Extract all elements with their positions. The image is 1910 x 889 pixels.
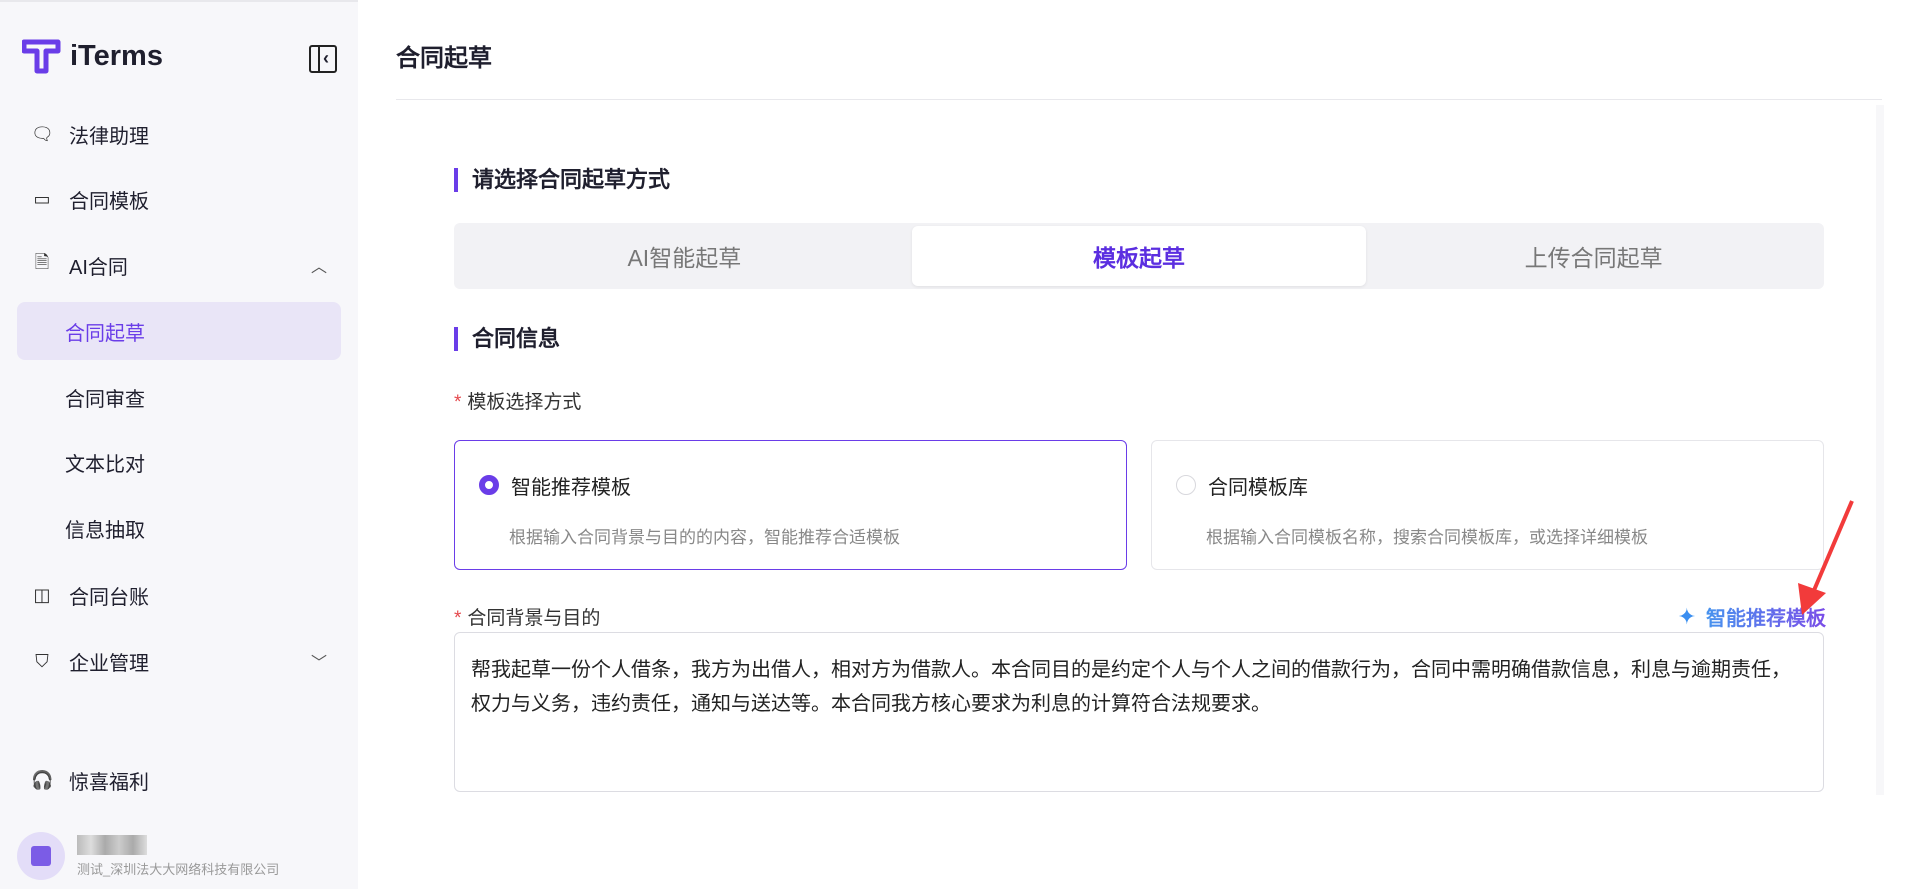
collapse-sidebar-button[interactable] <box>309 45 337 73</box>
nav-label: 法律助理 <box>69 125 149 148</box>
card-smart-recommend[interactable]: 智能推荐模板 根据输入合同背景与目的的内容，智能推荐合适模板 <box>454 440 1127 570</box>
card-title: 智能推荐模板 <box>511 477 631 499</box>
nav-label: 企业管理 <box>69 652 149 675</box>
tab-template-draft[interactable]: 模板起草 <box>911 226 1367 286</box>
draft-method-tabs: AI智能起草 模板起草 上传合同起草 <box>454 223 1824 289</box>
sidebar-item-bonus[interactable]: 🎧 惊喜福利 <box>17 751 341 809</box>
template-mode-label: * 模板选择方式 <box>454 392 582 413</box>
tab-ai-draft[interactable]: AI智能起草 <box>457 226 912 286</box>
sidebar-item-ledger[interactable]: ◫ 合同台账 <box>17 566 341 624</box>
nav-label: 文本比对 <box>65 453 145 476</box>
header-divider <box>396 99 1882 100</box>
section-title-draft-method: 请选择合同起草方式 <box>454 168 670 192</box>
building-icon <box>31 846 51 866</box>
nav-label: AI合同 <box>69 256 128 279</box>
sidebar-item-review[interactable]: 合同审查 <box>17 368 341 426</box>
sidebar-item-enterprise[interactable]: ⛉ 企业管理 ﹀ <box>17 632 341 690</box>
sidebar-item-templates[interactable]: ▭ 合同模板 <box>17 170 341 228</box>
chevron-down-icon: ﹀ <box>310 655 327 672</box>
card-title: 合同模板库 <box>1208 477 1308 499</box>
document-icon: 🗎 <box>34 252 50 272</box>
sidebar-item-draft[interactable]: 合同起草 <box>17 302 341 360</box>
annotation-arrow-icon <box>1798 500 1854 615</box>
logo-icon <box>22 39 61 74</box>
user-profile[interactable]: 测试_深圳法大大网络科技有限公司 <box>17 832 279 880</box>
brand-name: iTerms <box>70 39 163 72</box>
nav-label: 合同起草 <box>65 322 145 345</box>
background-label: * 合同背景与目的 <box>454 608 601 629</box>
avatar <box>17 832 65 880</box>
nav-label: 合同台账 <box>69 586 149 609</box>
ledger-icon: ◫ <box>33 584 51 605</box>
chat-icon: 🗨 <box>31 123 54 144</box>
sidebar-item-compare[interactable]: 文本比对 <box>17 433 341 491</box>
sidebar-item-extract[interactable]: 信息抽取 <box>17 499 341 557</box>
section-title-contract-info: 合同信息 <box>454 327 560 351</box>
sidebar-item-legal-assistant[interactable]: 🗨 法律助理 <box>17 105 341 163</box>
background-textarea[interactable]: 帮我起草一份个人借条，我方为出借人，相对方为借款人。本合同目的是约定个人与个人之… <box>454 632 1824 792</box>
company-name: 测试_深圳法大大网络科技有限公司 <box>77 861 280 877</box>
page-title: 合同起草 <box>396 45 492 72</box>
user-name-blurred <box>77 834 147 855</box>
logo[interactable]: iTerms <box>22 38 163 74</box>
headset-icon: 🎧 <box>31 769 54 790</box>
chevron-up-icon: ︿ <box>310 259 327 276</box>
main-content: 合同起草 请选择合同起草方式 AI智能起草 模板起草 上传合同起草 合同信息 *… <box>396 0 1910 889</box>
sidebar-item-ai-contract[interactable]: 🗎 AI合同 ︿ <box>17 236 341 294</box>
card-desc: 根据输入合同背景与目的的内容，智能推荐合适模板 <box>509 528 900 547</box>
archive-icon: ▭ <box>33 188 51 209</box>
sparkle-icon: ✦ <box>1677 603 1696 629</box>
card-template-library[interactable]: 合同模板库 根据输入合同模板名称，搜索合同模板库，或选择详细模板 <box>1151 440 1824 570</box>
nav-label: 信息抽取 <box>65 519 145 542</box>
radio-smart-recommend[interactable] <box>479 475 499 495</box>
nav-label: 合同模板 <box>69 190 149 213</box>
nav-label: 合同审查 <box>65 388 145 411</box>
sidebar: iTerms 🗨 法律助理 ▭ 合同模板 🗎 AI合同 ︿ 合同起草 合同审查 文本比对… <box>0 0 358 889</box>
shield-icon: ⛉ <box>35 650 49 671</box>
nav-label: 惊喜福利 <box>69 771 149 794</box>
card-desc: 根据输入合同模板名称，搜索合同模板库，或选择详细模板 <box>1206 528 1648 547</box>
scrollbar[interactable] <box>1876 105 1884 795</box>
tab-upload-draft[interactable]: 上传合同起草 <box>1366 226 1821 286</box>
radio-template-library[interactable] <box>1176 475 1196 495</box>
